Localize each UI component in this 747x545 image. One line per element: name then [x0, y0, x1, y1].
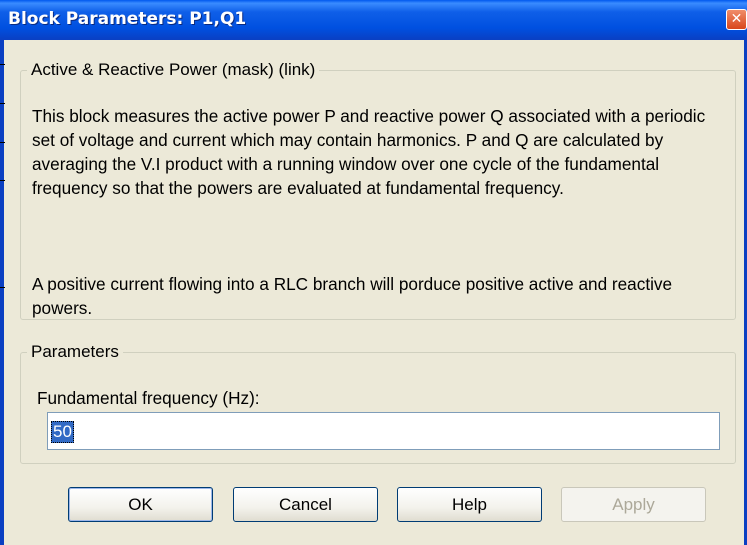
description-paragraph-1: This block measures the active power P a…: [32, 106, 706, 198]
window-frame-left: [0, 40, 4, 545]
apply-button[interactable]: Apply: [561, 487, 706, 522]
parameters-group-legend: Parameters: [31, 342, 119, 361]
description-paragraph-2: A positive current flowing into a RLC br…: [32, 274, 673, 318]
frame-tick: [0, 180, 5, 181]
fundamental-frequency-input[interactable]: 50: [47, 412, 720, 450]
fundamental-frequency-label: Fundamental frequency (Hz):: [37, 388, 260, 408]
cancel-button[interactable]: Cancel: [233, 487, 378, 522]
frame-tick: [0, 103, 5, 104]
close-icon: ✕: [730, 11, 743, 27]
mask-description-group: Active & Reactive Power (mask) (link) Th…: [20, 60, 736, 320]
title-bar[interactable]: Block Parameters: P1,Q1 ✕: [0, 0, 747, 40]
frame-tick: [0, 64, 5, 65]
fundamental-frequency-value: 50: [51, 421, 74, 443]
mask-group-legend: Active & Reactive Power (mask) (link): [31, 60, 316, 79]
frame-tick: [0, 142, 5, 143]
help-button[interactable]: Help: [397, 487, 542, 522]
close-button[interactable]: ✕: [726, 9, 747, 30]
ok-button[interactable]: OK: [68, 487, 213, 522]
window-title: Block Parameters: P1,Q1: [8, 9, 247, 29]
frame-tick: [0, 287, 5, 288]
